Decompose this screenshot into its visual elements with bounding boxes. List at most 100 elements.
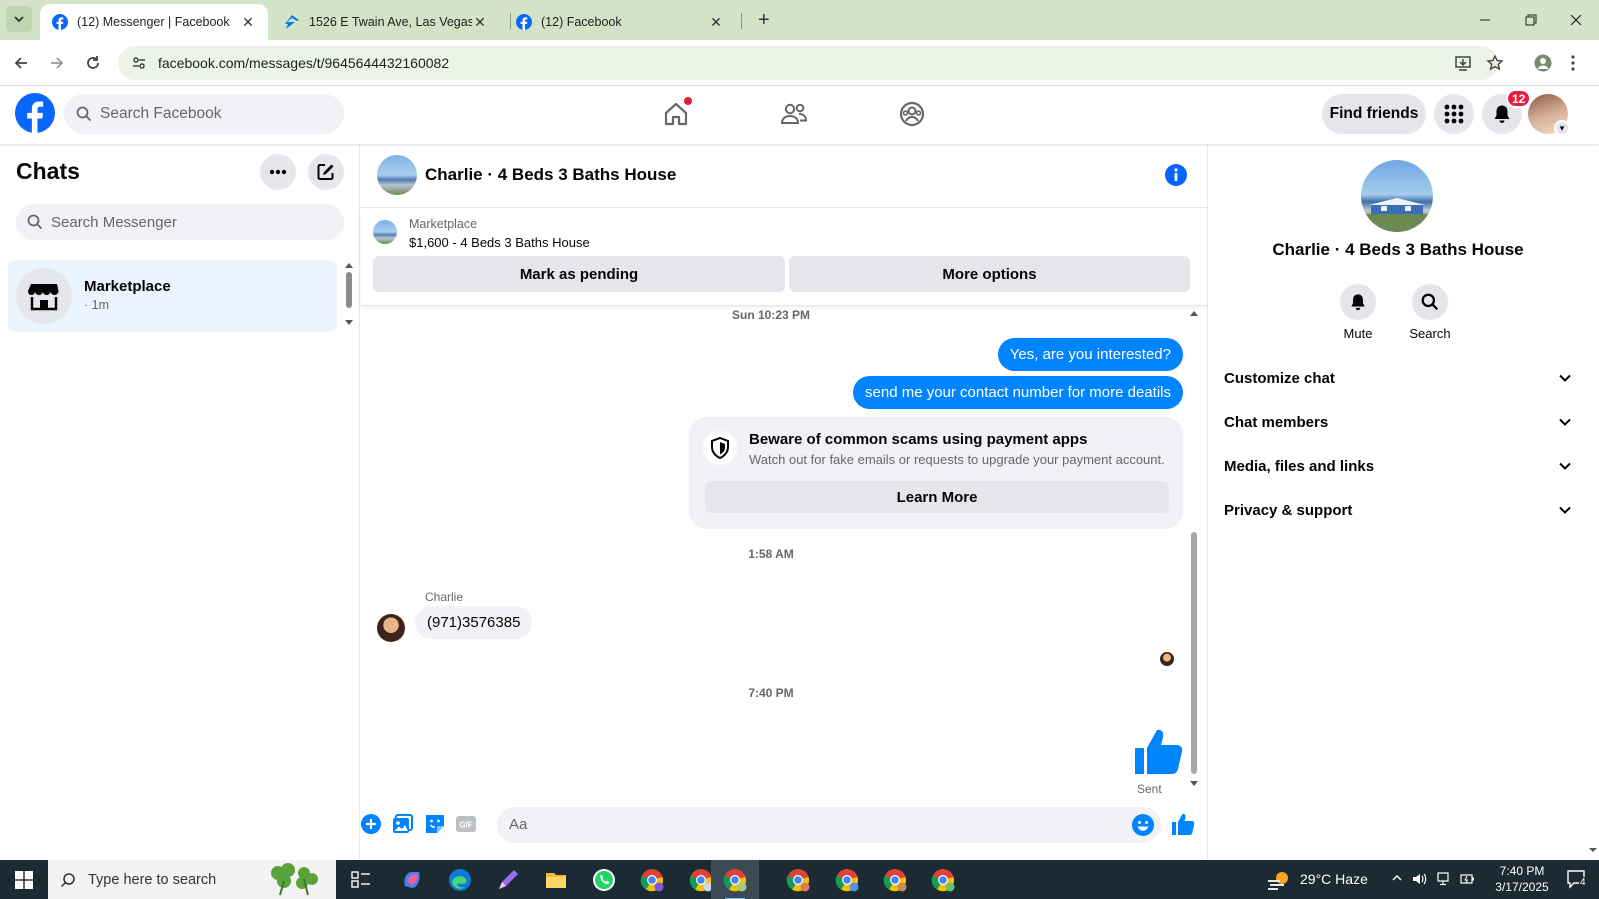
close-tab-icon[interactable]: ✕ — [240, 14, 256, 30]
new-tab-button[interactable]: + — [758, 10, 770, 30]
install-app-icon[interactable] — [1454, 54, 1472, 77]
windows-logo-icon — [15, 870, 33, 889]
mute-button[interactable]: Mute — [1318, 284, 1398, 341]
weather-text[interactable]: 29°C Haze — [1300, 871, 1368, 887]
incoming-message[interactable]: (971)3576385 — [415, 606, 533, 639]
chevron-down-icon[interactable]: ▾ — [1554, 120, 1570, 136]
chrome-profile-a-icon[interactable] — [637, 865, 667, 895]
bell-icon — [1494, 105, 1510, 123]
site-settings-icon[interactable] — [124, 55, 154, 71]
tab-facebook[interactable]: (12) Facebook ✕ — [504, 4, 736, 40]
notification-center-button[interactable]: 4 — [1566, 869, 1590, 896]
marketplace-avatar — [16, 268, 72, 324]
facebook-search-placeholder: Search Facebook — [100, 105, 222, 122]
listing-thumbnail[interactable] — [373, 220, 397, 244]
menu-button[interactable] — [1434, 94, 1474, 134]
photo-icon[interactable] — [391, 812, 415, 836]
thread-scrollbar[interactable] — [1187, 306, 1201, 794]
chat-members-section[interactable]: Chat members — [1224, 402, 1572, 442]
task-view-icon[interactable] — [346, 865, 376, 895]
facebook-logo-icon[interactable] — [15, 93, 55, 133]
message-input[interactable]: Aa — [497, 807, 1161, 843]
chrome-profile-e-icon[interactable] — [880, 865, 910, 895]
close-window-button[interactable] — [1553, 8, 1599, 32]
chrome-profile-d-icon[interactable] — [832, 865, 862, 895]
chevron-down-icon — [1559, 462, 1571, 470]
conversation-avatar[interactable] — [377, 155, 417, 195]
battery-plug-icon[interactable] — [1460, 872, 1476, 886]
bookmark-star-icon[interactable] — [1486, 54, 1504, 77]
copilot-app-icon[interactable] — [397, 865, 427, 895]
sender-name: Charlie — [425, 590, 464, 604]
close-tab-icon[interactable]: ✕ — [708, 14, 724, 30]
whatsapp-app-icon[interactable] — [589, 865, 619, 895]
sender-avatar[interactable] — [377, 614, 405, 642]
search-in-conversation-button[interactable]: Search — [1390, 284, 1470, 341]
browser-menu-icon[interactable] — [1570, 54, 1576, 77]
forward-button[interactable] — [44, 50, 70, 76]
pen-app-icon[interactable] — [493, 865, 523, 895]
address-bar[interactable]: facebook.com/messages/t/9645644432160082 — [118, 46, 1498, 80]
file-explorer-app-icon[interactable] — [541, 865, 571, 895]
reload-button[interactable] — [80, 50, 106, 76]
outgoing-message[interactable]: send me your contact number for more dea… — [853, 376, 1183, 409]
privacy-support-section[interactable]: Privacy & support — [1224, 490, 1572, 530]
message-input-placeholder: Aa — [509, 816, 528, 833]
friends-icon — [780, 103, 808, 124]
volume-icon[interactable] — [1412, 872, 1428, 886]
browser-toolbar: facebook.com/messages/t/9645644432160082 — [0, 40, 1599, 86]
taskbar-search-placeholder: Type here to search — [88, 871, 217, 888]
edge-app-icon[interactable] — [445, 865, 475, 895]
facebook-favicon-icon — [516, 14, 532, 30]
taskbar-search-input[interactable]: Type here to search — [48, 860, 336, 899]
emoji-icon[interactable] — [1131, 813, 1155, 837]
new-message-button[interactable] — [308, 154, 344, 190]
plus-circle-icon[interactable] — [359, 812, 383, 836]
thumbs-up-sticker-icon[interactable] — [1133, 726, 1183, 776]
messenger-search-placeholder: Search Messenger — [51, 213, 177, 231]
groups-nav-button[interactable] — [892, 97, 932, 131]
thumbs-up-icon[interactable] — [1171, 812, 1195, 836]
tab-twain-ave[interactable]: 1526 E Twain Ave, Las Vegas, NV ✕ — [272, 4, 500, 40]
gif-icon[interactable]: GIF — [454, 812, 478, 836]
network-icon[interactable] — [1436, 872, 1452, 886]
chrome-profile-f-icon[interactable] — [928, 865, 958, 895]
profile-icon[interactable] — [1534, 54, 1552, 77]
scam-warning-title: Beware of common scams using payment app… — [749, 431, 1088, 448]
page-scrollbar[interactable] — [1587, 86, 1599, 860]
chat-list-item[interactable]: Marketplace · 1m — [8, 260, 337, 332]
facebook-favicon-icon — [52, 14, 68, 30]
chrome-profile-c-icon[interactable] — [783, 865, 813, 895]
media-files-links-section[interactable]: Media, files and links — [1224, 446, 1572, 486]
find-friends-button[interactable]: Find friends — [1322, 94, 1426, 134]
chat-list-scrollbar[interactable] — [344, 260, 354, 330]
facebook-search-input[interactable]: Search Facebook — [64, 94, 344, 134]
more-options-button[interactable]: More options — [789, 256, 1190, 292]
outgoing-message[interactable]: Yes, are you interested? — [997, 338, 1183, 371]
minimize-button[interactable] — [1462, 8, 1508, 32]
friends-nav-button[interactable] — [774, 97, 814, 131]
chats-options-button[interactable] — [260, 154, 296, 190]
info-icon[interactable] — [1164, 163, 1188, 187]
scam-warning-card: Beware of common scams using payment app… — [689, 417, 1183, 529]
chrome-active-app-icon[interactable] — [720, 865, 750, 899]
start-button[interactable] — [0, 860, 48, 899]
tab-separator — [741, 13, 742, 29]
chevron-up-icon[interactable] — [1391, 872, 1403, 884]
sticker-icon[interactable] — [423, 812, 447, 836]
conversation-header: Charlie · 4 Beds 3 Baths House — [361, 144, 1207, 208]
conversation-title[interactable]: Charlie · 4 Beds 3 Baths House — [425, 165, 676, 185]
tab-messenger[interactable]: (12) Messenger | Facebook ✕ — [40, 4, 268, 40]
home-nav-button[interactable] — [656, 97, 696, 131]
taskbar-clock[interactable]: 7:40 PM 3/17/2025 — [1482, 863, 1562, 895]
tab-search-button[interactable] — [6, 6, 32, 32]
back-button[interactable] — [8, 50, 34, 76]
close-tab-icon[interactable]: ✕ — [472, 14, 488, 30]
chat-info-avatar[interactable] — [1361, 160, 1433, 232]
restore-button[interactable] — [1508, 8, 1554, 32]
listing-title[interactable]: $1,600 - 4 Beds 3 Baths House — [409, 235, 590, 250]
mark-as-pending-button[interactable]: Mark as pending — [373, 256, 785, 292]
learn-more-button[interactable]: Learn More — [705, 481, 1169, 513]
messenger-search-input[interactable]: Search Messenger — [16, 204, 344, 240]
customize-chat-section[interactable]: Customize chat — [1224, 358, 1572, 398]
